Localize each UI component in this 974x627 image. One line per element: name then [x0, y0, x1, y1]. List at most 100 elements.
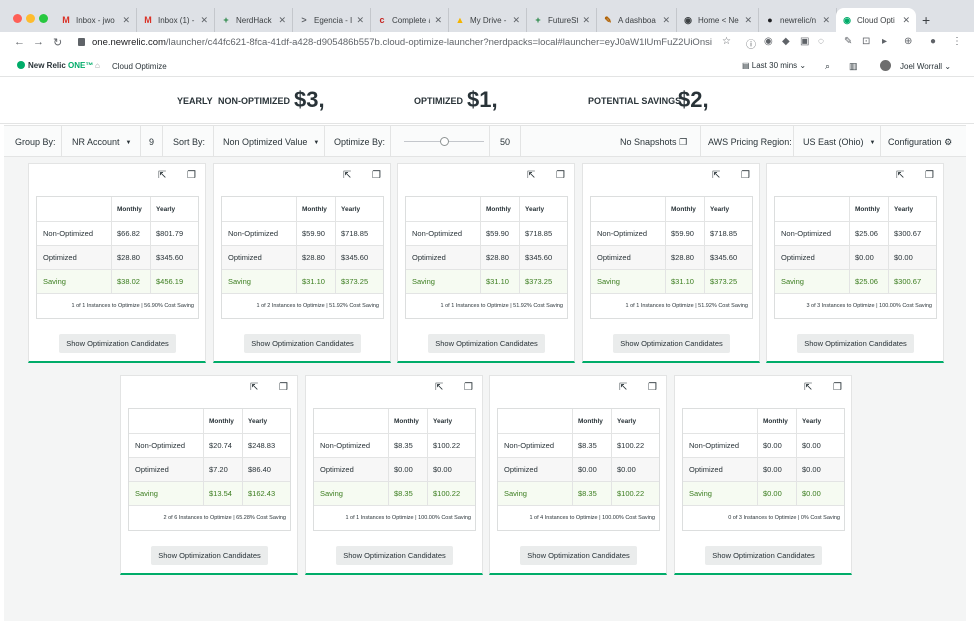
extension-icon[interactable]: ◉	[764, 36, 773, 47]
user-menu[interactable]: Joel Worrall ⌄	[900, 62, 951, 71]
back-icon[interactable]: ←	[14, 36, 25, 48]
open-external-icon[interactable]: ⇱	[343, 170, 351, 181]
browser-tab[interactable]: ▲ My Drive - ✕	[449, 8, 527, 32]
copy-icon[interactable]: ❐	[741, 170, 750, 181]
open-external-icon[interactable]: ⇱	[804, 382, 812, 393]
extension-icon[interactable]: ▸	[882, 36, 887, 47]
profile-icon[interactable]: ●	[930, 36, 936, 47]
extension-icon[interactable]: ✎	[844, 36, 852, 47]
show-optimization-candidates-button[interactable]: Show Optimization Candidates	[151, 546, 268, 565]
copy-icon[interactable]: ❐	[925, 170, 934, 181]
browser-tab[interactable]: c Complete a ✕	[371, 8, 449, 32]
avatar[interactable]	[880, 60, 891, 71]
optimize-slider-handle[interactable]	[440, 137, 449, 146]
browser-tab[interactable]: ✎ A dashboa ✕	[597, 8, 677, 32]
extension-icon[interactable]: ◆	[782, 36, 790, 47]
group-by-dropdown[interactable]: NR Account ▼	[72, 137, 131, 147]
saving-row: Saving $13.54 $162.43	[129, 482, 290, 506]
close-tab-icon[interactable]: ✕	[200, 15, 208, 26]
open-external-icon[interactable]: ⇱	[158, 170, 166, 181]
monthly-header: Monthly	[757, 409, 796, 433]
close-tab-icon[interactable]: ✕	[822, 15, 830, 26]
monthly-header: Monthly	[388, 409, 427, 433]
account-card: ⇱ ❐ Monthly Yearly Non-Optimized $59.90 $718.8…	[397, 163, 575, 363]
extension-icon[interactable]: ⊡	[862, 36, 870, 47]
star-icon[interactable]: ☆	[722, 36, 731, 47]
forward-icon[interactable]: →	[33, 36, 44, 48]
optimized-yearly: $0.00	[611, 458, 659, 481]
copy-icon[interactable]: ❐	[279, 382, 288, 393]
home-icon[interactable]: ⌂	[95, 61, 100, 70]
browser-tab[interactable]: M Inbox (1) - ✕	[137, 8, 215, 32]
open-external-icon[interactable]: ⇱	[896, 170, 904, 181]
show-optimization-candidates-button[interactable]: Show Optimization Candidates	[520, 546, 637, 565]
close-tab-icon[interactable]: ✕	[356, 15, 364, 26]
browser-tab[interactable]: ◉ Cloud Opti ✕	[836, 8, 916, 32]
address-bar[interactable]: one.newrelic.com/launcher/c44fc621-8fca-…	[92, 37, 712, 48]
show-optimization-candidates-button[interactable]: Show Optimization Candidates	[428, 334, 545, 353]
extension-icon[interactable]: ◌	[818, 36, 824, 47]
browser-tab[interactable]: + NerdHack | ✕	[215, 8, 293, 32]
copy-icon[interactable]: ❐	[372, 170, 381, 181]
close-tab-icon[interactable]: ✕	[582, 15, 590, 26]
copy-icon[interactable]: ❐	[648, 382, 657, 393]
new-tab-button[interactable]: +	[922, 12, 930, 28]
row-label: Optimized	[320, 465, 354, 474]
close-tab-icon[interactable]: ✕	[902, 15, 910, 26]
chart-icon[interactable]: ▥	[849, 61, 858, 72]
show-optimization-candidates-button[interactable]: Show Optimization Candidates	[613, 334, 730, 353]
optimized-yearly: $345.60	[150, 246, 198, 269]
monthly-header: Monthly	[296, 197, 335, 221]
optimized-monthly: $0.00	[849, 246, 888, 269]
copy-icon[interactable]: ❐	[556, 170, 565, 181]
show-optimization-candidates-button[interactable]: Show Optimization Candidates	[705, 546, 822, 565]
browser-tab[interactable]: ◉ Home < Ne ✕	[677, 8, 759, 32]
snapshots-button[interactable]: No Snapshots ❐	[620, 137, 687, 148]
copy-icon[interactable]: ❐	[187, 170, 196, 181]
open-external-icon[interactable]: ⇱	[250, 382, 258, 393]
extension-icon[interactable]: ⊕	[904, 36, 912, 47]
non-optimized-monthly: $25.06	[849, 222, 888, 245]
optimized-row: Optimized $0.00 $0.00	[498, 458, 659, 482]
browser-tab[interactable]: ● newrelic/n ✕	[759, 8, 837, 32]
configuration-button[interactable]: Configuration ⚙	[888, 137, 952, 148]
open-external-icon[interactable]: ⇱	[527, 170, 535, 181]
close-tab-icon[interactable]: ✕	[122, 15, 130, 26]
time-picker[interactable]: ▤ Last 30 mins ⌄	[742, 61, 806, 70]
browser-tab[interactable]: M Inbox - jwo ✕	[55, 8, 137, 32]
extension-icon[interactable]: ▣	[800, 36, 809, 47]
open-external-icon[interactable]: ⇱	[712, 170, 720, 181]
new-relic-logo[interactable]: New Relic ONE™	[17, 61, 93, 70]
sort-by-dropdown[interactable]: Non Optimized Value ▼	[223, 137, 319, 147]
search-icon[interactable]: ⌕	[825, 61, 830, 72]
pricing-region-dropdown[interactable]: US East (Ohio) ▼	[803, 137, 875, 147]
reload-icon[interactable]: ↻	[53, 36, 62, 49]
saving-row: Saving $31.10 $373.25	[591, 270, 752, 294]
row-label: Non-Optimized	[597, 229, 648, 238]
show-optimization-candidates-button[interactable]: Show Optimization Candidates	[59, 334, 176, 353]
optimized-row: Optimized $28.80 $345.60	[406, 246, 567, 270]
minimize-window-button[interactable]	[26, 14, 35, 23]
menu-icon[interactable]: ⋮	[952, 36, 962, 47]
open-external-icon[interactable]: ⇱	[435, 382, 443, 393]
saving-monthly: $31.10	[480, 270, 519, 293]
show-optimization-candidates-button[interactable]: Show Optimization Candidates	[244, 334, 361, 353]
show-optimization-candidates-button[interactable]: Show Optimization Candidates	[336, 546, 453, 565]
close-tab-icon[interactable]: ✕	[434, 15, 442, 26]
close-window-button[interactable]	[13, 14, 22, 23]
copy-icon[interactable]: ❐	[833, 382, 842, 393]
close-tab-icon[interactable]: ✕	[278, 15, 286, 26]
close-tab-icon[interactable]: ✕	[512, 15, 520, 26]
browser-tab[interactable]: > Egencia - I ✕	[293, 8, 371, 32]
show-optimization-candidates-button[interactable]: Show Optimization Candidates	[797, 334, 914, 353]
browser-tab[interactable]: + FutureStac✕	[527, 8, 597, 32]
open-external-icon[interactable]: ⇱	[619, 382, 627, 393]
info-icon[interactable]: ⓘ	[746, 36, 756, 51]
table-header-cell	[591, 197, 665, 221]
divider	[700, 126, 701, 157]
saving-row: Saving $8.35 $100.22	[314, 482, 475, 506]
copy-icon[interactable]: ❐	[464, 382, 473, 393]
maximize-window-button[interactable]	[39, 14, 48, 23]
close-tab-icon[interactable]: ✕	[662, 15, 670, 26]
close-tab-icon[interactable]: ✕	[744, 15, 752, 26]
